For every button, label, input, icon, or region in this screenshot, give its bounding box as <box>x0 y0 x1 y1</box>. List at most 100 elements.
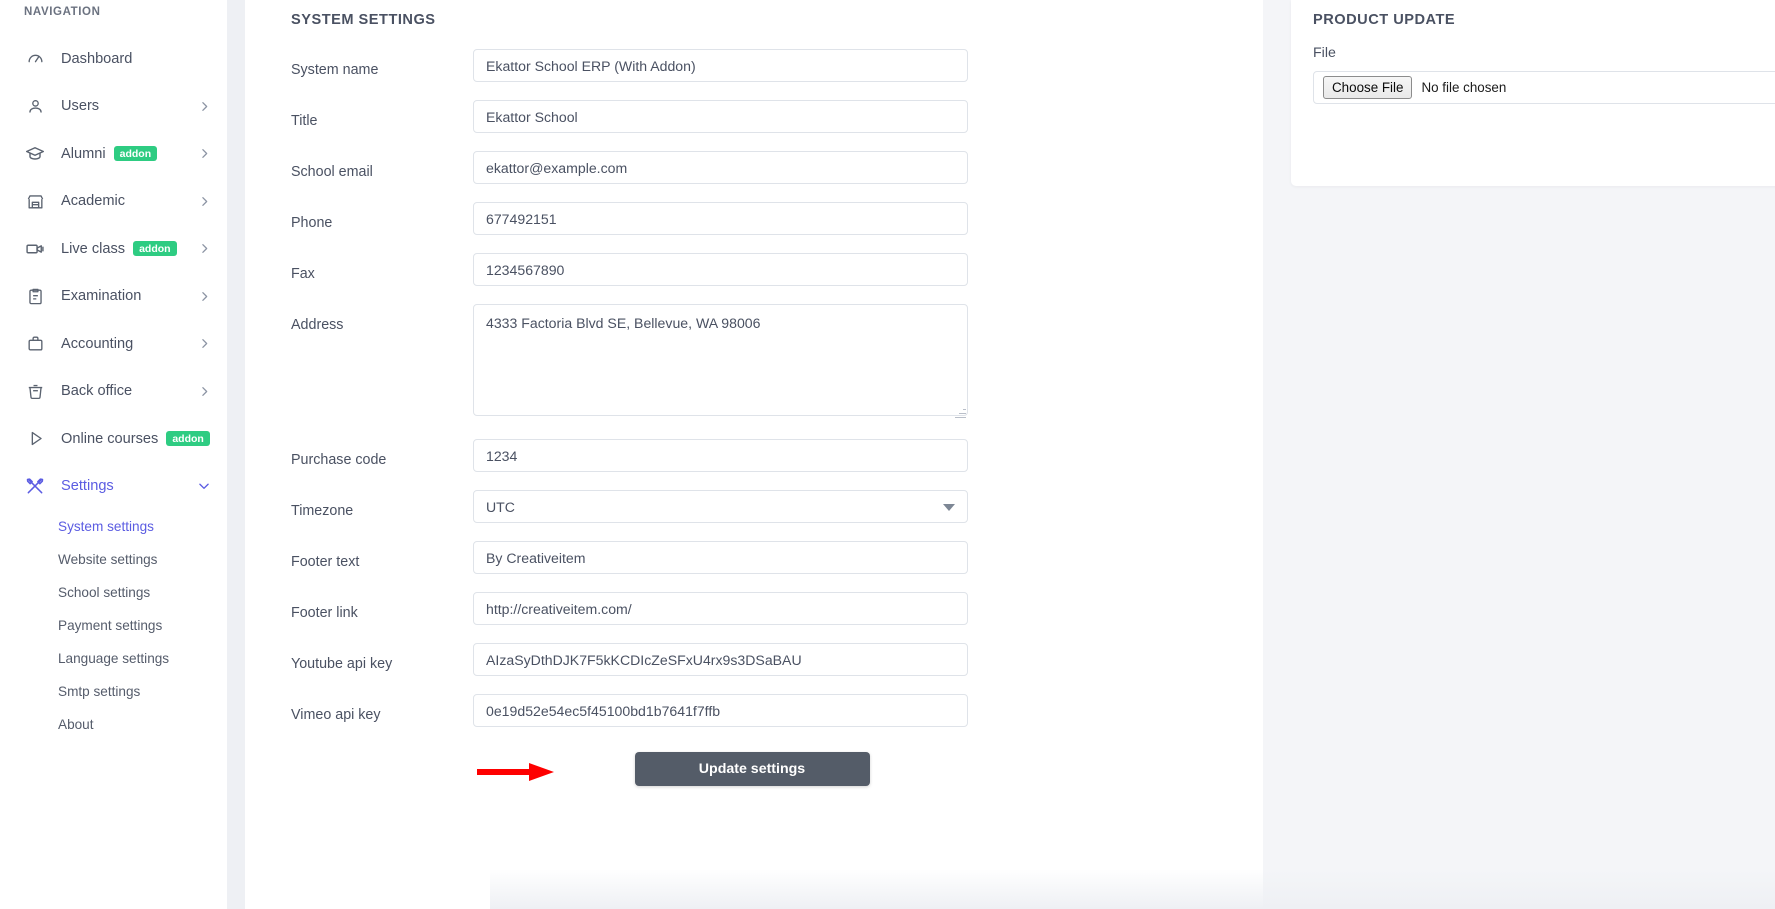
form-row: Fax <box>291 253 1213 286</box>
vimeo-api-key-input[interactable] <box>473 694 968 727</box>
product-update-submit-row: Update <box>1313 125 1775 158</box>
sidebar-item-users[interactable]: Users <box>0 83 227 131</box>
address-textarea[interactable] <box>473 304 968 416</box>
sidebar-item-dashboard[interactable]: Dashboard <box>0 35 227 83</box>
field-control <box>473 49 968 82</box>
field-label: Address <box>291 304 473 334</box>
sidebar-item-label: Back office <box>61 383 132 399</box>
field-label: Footer text <box>291 541 473 571</box>
field-label: Title <box>291 100 473 130</box>
form-row: Youtube api key <box>291 643 1213 676</box>
field-label: School email <box>291 151 473 181</box>
briefcase-icon <box>24 333 46 355</box>
title-input[interactable] <box>473 100 968 133</box>
field-control <box>473 151 968 184</box>
form-row: System name <box>291 49 1213 82</box>
chevron-right-icon <box>198 242 211 255</box>
system-settings-form: System nameTitleSchool emailPhoneFaxAddr… <box>291 49 1213 727</box>
sidebar-item-label: Settings <box>61 478 114 494</box>
field-label: Footer link <box>291 592 473 622</box>
sidebar-item-label: Users <box>61 98 99 114</box>
user-icon <box>24 95 46 117</box>
sidebar-item-label: Alumni <box>61 146 106 162</box>
form-row: Footer link <box>291 592 1213 625</box>
drawer-icon <box>24 380 46 402</box>
form-row: School email <box>291 151 1213 184</box>
system-settings-card: SYSTEM SETTINGS System name Title School e… <box>245 0 1263 909</box>
field-control: UTC <box>473 490 968 523</box>
building-icon <box>24 190 46 212</box>
field-label: Fax <box>291 253 473 283</box>
footer-link-input[interactable] <box>473 592 968 625</box>
school-email-input[interactable] <box>473 151 968 184</box>
form-row: Purchase code <box>291 439 1213 472</box>
timezone-select[interactable]: UTC <box>473 490 968 523</box>
sidebar-settings-submenu: System settingsWebsite settingsSchool se… <box>0 510 227 741</box>
sidebar-subitem-website-settings[interactable]: Website settings <box>0 543 227 576</box>
field-label: Youtube api key <box>291 643 473 673</box>
navigation-heading: NAVIGATION <box>0 3 227 21</box>
purchase-code-input[interactable] <box>473 439 968 472</box>
graduation-cap-icon <box>24 143 46 165</box>
sidebar-item-alumni[interactable]: Alumni addon <box>0 130 227 178</box>
field-control <box>473 541 968 574</box>
sidebar-item-examination[interactable]: Examination <box>0 273 227 321</box>
sidebar-item-label: Academic <box>61 193 125 209</box>
play-triangle-icon <box>24 428 46 450</box>
form-row: Footer text <box>291 541 1213 574</box>
sidebar-subitem-system-settings[interactable]: System settings <box>0 510 227 543</box>
field-control <box>473 439 968 472</box>
system-settings-title: SYSTEM SETTINGS <box>291 0 1213 30</box>
field-control <box>473 253 968 286</box>
sidebar-item-label: Examination <box>61 288 141 304</box>
field-label: Timezone <box>291 490 473 520</box>
addon-badge: addon <box>114 146 158 161</box>
choose-file-button[interactable]: Choose File <box>1323 76 1412 99</box>
field-control <box>473 643 968 676</box>
system-name-input[interactable] <box>473 49 968 82</box>
dashboard-icon <box>24 48 46 70</box>
page-root: NAVIGATION Dashboard Users Alumni addon Acad… <box>0 0 1775 909</box>
file-upload-field[interactable]: Choose File No file chosen <box>1313 71 1775 104</box>
chevron-right-icon <box>198 290 211 303</box>
no-file-chosen-text: No file chosen <box>1421 80 1506 95</box>
addon-badge: addon <box>166 431 210 446</box>
phone-input[interactable] <box>473 202 968 235</box>
sidebar-item-back-office[interactable]: Back office <box>0 368 227 416</box>
tools-icon <box>24 475 46 497</box>
field-control <box>473 100 968 133</box>
field-label: Purchase code <box>291 439 473 469</box>
sidebar-item-label: Live class <box>61 241 125 257</box>
chevron-right-icon <box>198 100 211 113</box>
product-update-card: PRODUCT UPDATE File Choose File No file … <box>1291 0 1775 186</box>
form-row: Address <box>291 304 1213 421</box>
product-update-title: PRODUCT UPDATE <box>1313 10 1775 30</box>
addon-badge: addon <box>133 241 177 256</box>
youtube-api-key-input[interactable] <box>473 643 968 676</box>
video-camera-icon <box>24 238 46 260</box>
chevron-right-icon <box>198 147 211 160</box>
red-arrow-annotation <box>477 761 555 783</box>
sidebar-item-accounting[interactable]: Accounting <box>0 320 227 368</box>
update-settings-button[interactable]: Update settings <box>635 752 870 786</box>
form-row: Vimeo api key <box>291 694 1213 727</box>
clipboard-icon <box>24 285 46 307</box>
sidebar-item-online-courses[interactable]: Online coursesaddon <box>0 415 227 463</box>
sidebar-subitem-about[interactable]: About <box>0 708 227 741</box>
fax-input[interactable] <box>473 253 968 286</box>
sidebar-subitem-smtp-settings[interactable]: Smtp settings <box>0 675 227 708</box>
sidebar-scrollbar[interactable] <box>227 0 245 909</box>
sidebar: NAVIGATION Dashboard Users Alumni addon Acad… <box>0 0 245 909</box>
sidebar-nav-list: Dashboard Users Alumni addon Academic Live cl… <box>0 35 227 510</box>
sidebar-item-academic[interactable]: Academic <box>0 178 227 226</box>
sidebar-subitem-school-settings[interactable]: School settings <box>0 576 227 609</box>
sidebar-item-live-class[interactable]: Live class addon <box>0 225 227 273</box>
field-control <box>473 694 968 727</box>
form-row: TimezoneUTC <box>291 490 1213 523</box>
sidebar-subitem-language-settings[interactable]: Language settings <box>0 642 227 675</box>
sidebar-item-label: Accounting <box>61 336 133 352</box>
footer-text-input[interactable] <box>473 541 968 574</box>
sidebar-subitem-payment-settings[interactable]: Payment settings <box>0 609 227 642</box>
sidebar-item-settings[interactable]: Settings <box>0 463 227 511</box>
field-label: Vimeo api key <box>291 694 473 724</box>
